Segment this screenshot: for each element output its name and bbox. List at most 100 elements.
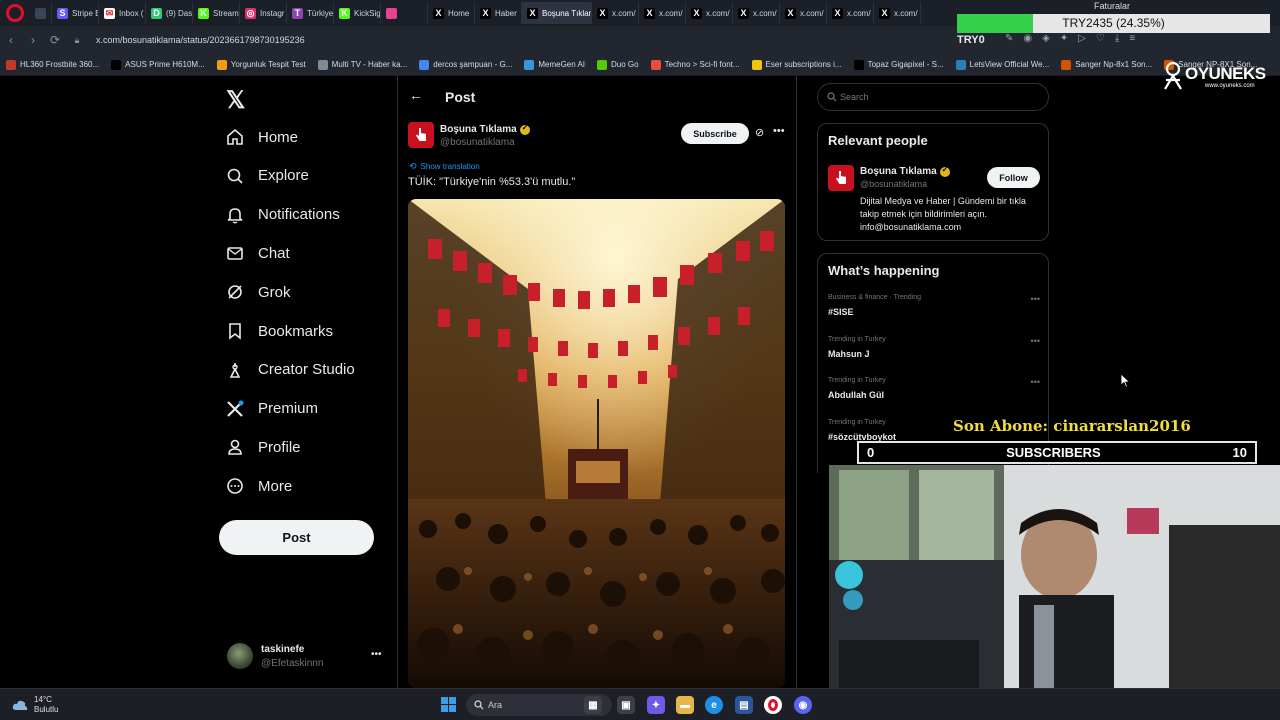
bookmark-item[interactable]: ASUS Prime H610M...	[111, 59, 205, 70]
browser-tab[interactable]: K KickSig	[334, 2, 381, 24]
more-dots-icon[interactable]: •••	[1031, 377, 1040, 387]
bookmark-item[interactable]: Techno > Sci-fi font...	[650, 59, 740, 70]
browser-tab[interactable]: K Stream	[193, 2, 240, 24]
sidebar-item-creator-studio[interactable]: Creator Studio	[226, 355, 355, 385]
bookmark-item[interactable]: Yorgunluk Tespit Test	[216, 59, 306, 70]
sidebar-item-bookmarks[interactable]: Bookmarks	[226, 316, 333, 346]
forward-nav-icon[interactable]: ›	[22, 33, 44, 47]
store-icon[interactable]: ▤	[735, 696, 753, 714]
copilot-icon[interactable]: ✦	[647, 696, 665, 714]
windows-start-icon[interactable]	[441, 697, 456, 712]
browser-tab[interactable]: X Haber	[475, 2, 522, 24]
relevant-person-avatar[interactable]	[828, 165, 854, 191]
menu-icon[interactable]: ≡	[1129, 33, 1135, 44]
more-dots-icon[interactable]: •••	[773, 125, 785, 137]
lock-icon[interactable]: 🔒︎	[66, 35, 88, 46]
camera-icon[interactable]: ◉	[1023, 33, 1032, 44]
tab-label: Instagr	[260, 8, 285, 18]
tab-label: Stream	[213, 8, 239, 18]
browser-tab[interactable]: Xx.com/	[639, 2, 686, 24]
browser-tab[interactable]: Xx.com/	[780, 2, 827, 24]
reload-icon[interactable]: ⟳	[44, 33, 66, 47]
bookmark-label: Topaz Gigapixel - S...	[867, 60, 944, 69]
sidebar-item-explore[interactable]: Explore	[226, 161, 309, 191]
show-translation-link[interactable]: ⟲ Show translation	[409, 161, 480, 172]
subscriber-goal-min: 0	[867, 445, 875, 460]
bookmark-item[interactable]: LetsView Official We...	[955, 59, 1049, 70]
browser-tab[interactable]: Xx.com/	[686, 2, 733, 24]
follow-button[interactable]: Follow	[987, 167, 1040, 188]
opera-taskbar-icon[interactable]	[764, 696, 782, 714]
bookmark-item[interactable]: MemeGen AI	[524, 59, 585, 70]
post-button[interactable]: Post	[219, 520, 374, 555]
more-dots-icon[interactable]: •••	[1031, 294, 1040, 304]
bookmark-item[interactable]: HL360 Frostbite 360...	[6, 59, 99, 70]
edge-icon[interactable]: e	[705, 696, 723, 714]
author-name[interactable]: Boşuna Tıklama	[440, 123, 530, 135]
back-arrow-icon[interactable]: ←	[409, 87, 423, 103]
trend-context: Business & finance · Trending	[828, 294, 921, 301]
trend-item[interactable]: Trending in Turkey Mahsun J •••	[828, 336, 1040, 370]
play-icon[interactable]: ▷	[1078, 33, 1086, 44]
relevant-person-handle[interactable]: @bosunatiklama	[860, 179, 927, 189]
bookmark-item[interactable]: dercos şampuan - G...	[419, 59, 512, 70]
browser-tab[interactable]	[381, 2, 428, 24]
donation-goal-label: TRY2435 (24.35%)	[1062, 16, 1165, 30]
browser-tab[interactable]: T Türkiye	[287, 2, 334, 24]
relevant-person-name[interactable]: Boşuna Tıklama	[860, 165, 950, 177]
file-explorer-icon[interactable]: ▬	[676, 696, 694, 714]
browser-tab[interactable]: D (9) Das	[146, 2, 193, 24]
discord-icon[interactable]: ◉	[794, 696, 812, 714]
post-image[interactable]	[408, 199, 785, 688]
trend-item[interactable]: Trending in Turkey Abdullah Gül •••	[828, 377, 1040, 411]
author-avatar[interactable]	[408, 122, 434, 148]
sponsor-logo: OYUNEKS www.oyuneks.com	[1163, 62, 1273, 92]
trend-item[interactable]: Business & finance · Trending #SISE •••	[828, 294, 1040, 328]
widgets-icon[interactable]: ▦	[584, 696, 602, 714]
faturalar-label: Faturalar	[1094, 1, 1131, 11]
grok-icon[interactable]: ⊘	[755, 126, 764, 139]
edit-icon[interactable]: ✎	[1005, 33, 1013, 44]
browser-tab[interactable]: ✉ Inbox (	[99, 2, 146, 24]
search-icon	[474, 700, 484, 710]
sidebar-item-grok[interactable]: Grok	[226, 277, 291, 307]
download-icon[interactable]: ⤓	[1115, 33, 1119, 44]
opera-logo-icon[interactable]	[6, 4, 24, 22]
back-nav-icon[interactable]: ‹	[0, 33, 22, 47]
browser-tab[interactable]: Xx.com/	[592, 2, 639, 24]
browser-tab[interactable]: Xx.com/	[733, 2, 780, 24]
task-view-icon[interactable]: ▣	[617, 696, 635, 714]
sidebar-item-chat[interactable]: Chat	[226, 238, 290, 268]
bookmark-favicon-icon	[650, 59, 661, 70]
bookmark-item[interactable]: Topaz Gigapixel - S...	[853, 59, 944, 70]
sidebar-item-home[interactable]: Home	[226, 122, 298, 152]
shield-icon[interactable]: ◈	[1042, 33, 1050, 44]
browser-tab[interactable]: ◎ Instagr	[240, 2, 287, 24]
heart-icon[interactable]: ♡	[1096, 33, 1105, 44]
sidebar-item-notifications[interactable]: Notifications	[226, 200, 340, 230]
bookmark-item[interactable]: Duo Go	[597, 59, 639, 70]
account-switcher[interactable]: taskinefe @Efetaskinnn •••	[227, 643, 387, 673]
browser-tab[interactable]: Xx.com/	[874, 2, 921, 24]
sidebar-item-premium[interactable]: Premium	[226, 394, 318, 424]
webcam-feed	[829, 465, 1280, 688]
browser-tab[interactable]: Xx.com/	[827, 2, 874, 24]
sidebar-item-profile[interactable]: Profile	[226, 432, 301, 462]
bookmark-item[interactable]: Eser subscriptions i...	[751, 59, 842, 70]
browser-tab[interactable]: X Boşuna Tıklam	[522, 2, 592, 24]
author-handle[interactable]: @bosunatiklama	[440, 137, 515, 148]
browser-tab[interactable]: X Home	[428, 2, 475, 24]
subscribe-button[interactable]: Subscribe	[681, 123, 749, 144]
more-dots-icon[interactable]: •••	[1031, 336, 1040, 346]
bookmark-item[interactable]: Sanger Np-8x1 Son...	[1061, 59, 1152, 70]
sidebar-item-more[interactable]: More	[226, 471, 292, 501]
extensions-icon[interactable]: ✦	[1060, 33, 1068, 44]
browser-tab[interactable]	[30, 2, 52, 24]
weather-widget[interactable]: 14°C Bulutlu	[12, 695, 58, 715]
x-logo-icon[interactable]: 𝕏	[226, 86, 245, 115]
more-dots-icon[interactable]: •••	[371, 649, 382, 660]
url-field[interactable]: x.com/bosunatiklama/status/2023661798730…	[96, 35, 305, 45]
browser-tab[interactable]: S Stripe E	[52, 2, 99, 24]
bookmark-item[interactable]: Multi TV - Haber ka...	[317, 59, 407, 70]
search-input[interactable]: Search	[817, 83, 1049, 111]
